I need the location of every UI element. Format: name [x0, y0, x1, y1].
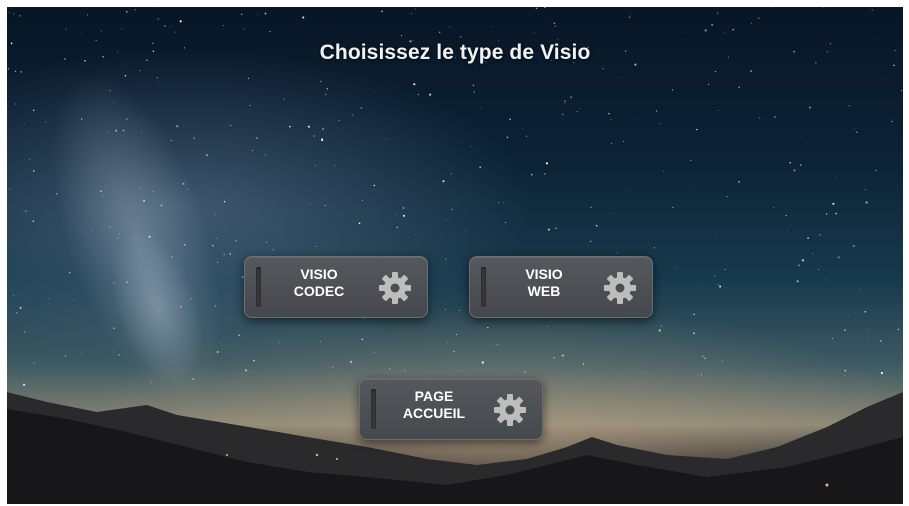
button-slot — [371, 389, 376, 429]
gear-icon — [604, 272, 636, 304]
label-line-1: PAGE — [414, 388, 454, 404]
button-slot — [481, 267, 486, 307]
label-line-1: VISIO — [525, 266, 563, 282]
gear-icon — [494, 394, 526, 426]
visio-codec-button[interactable]: VISIO CODEC — [244, 256, 428, 318]
button-slot — [256, 267, 261, 307]
label-line-2: WEB — [527, 283, 561, 299]
visio-web-button[interactable]: VISIO WEB — [469, 256, 653, 318]
label-line-2: CODEC — [293, 283, 345, 299]
page-accueil-button[interactable]: PAGE ACCUEIL — [359, 378, 543, 440]
label-line-1: VISIO — [300, 266, 338, 282]
page-title: Choisissez le type de Visio — [319, 41, 591, 64]
gear-icon — [379, 272, 411, 304]
visio-codec-label: VISIO CODEC — [269, 266, 369, 300]
page-accueil-label: PAGE ACCUEIL — [384, 388, 484, 422]
label-line-2: ACCUEIL — [402, 405, 466, 421]
visio-web-label: VISIO WEB — [494, 266, 594, 300]
background-night-sky: Choisissez le type de Visio VISIO CODEC … — [7, 7, 903, 504]
